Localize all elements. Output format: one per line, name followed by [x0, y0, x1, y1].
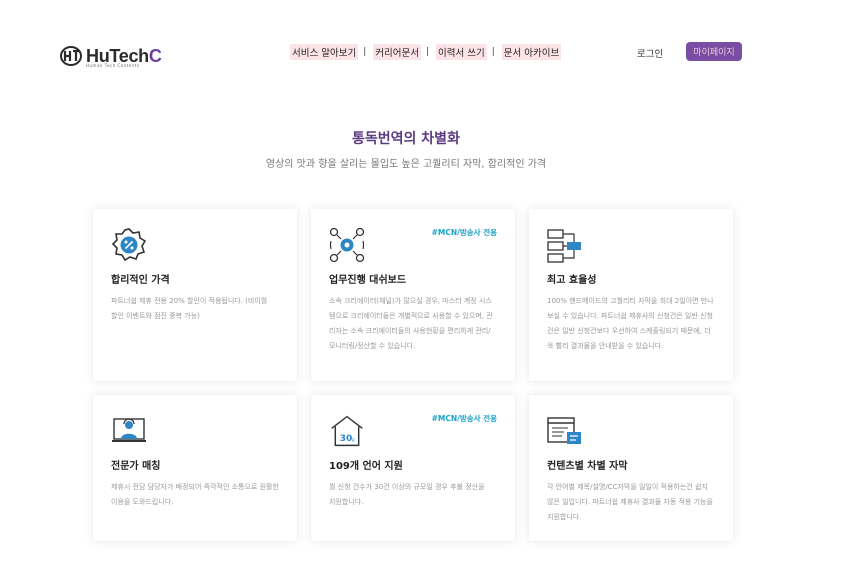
feature-card-efficiency: 최고 효율성 100% 핸드메이드의 고퀄리티 자막을 최대 2일이면 만나 보…	[529, 209, 733, 381]
expert-matching-icon	[112, 418, 146, 442]
card-title: 전문가 매칭	[111, 461, 161, 472]
card-title: 업무진행 대쉬보드	[329, 275, 407, 286]
day-unit-label: 일	[352, 437, 355, 442]
custom-subtitle-icon	[547, 417, 581, 444]
card-title: 최고 효율성	[547, 275, 597, 286]
card-description: 월 신청 건수가 30건 이상의 규모일 경우 후불 정산을 지원합니다.	[329, 483, 485, 506]
mcn-tag: #MCN/방송사 전용	[431, 228, 497, 237]
card-title: 합리적인 가격	[111, 275, 170, 286]
main-nav: 서비스 알아보기 | 커리어문서 | 이력서 쓰기 | 문서 아카이브	[290, 44, 562, 60]
nav-divider: |	[363, 47, 367, 57]
feature-card-expert: 전문가 매칭 제휴시 전담 담당자가 배정되어 즉각적인 소통으로 원활한 이용…	[93, 395, 297, 541]
section-title: 통독번역의 차별화	[352, 131, 460, 147]
section-subtitle: 영상의 맛과 향을 살리는 몰입도 높은 고퀄리티 자막, 합리적인 가격	[265, 159, 547, 170]
card-description: 제휴시 전담 담당자가 배정되어 즉각적인 소통으로 원활한 이용을 도와드립니…	[111, 483, 279, 506]
languages-109-icon: 30 일	[331, 415, 363, 447]
feature-card-subtitles: 컨텐츠별 차별 자막 각 언어별 제목/설명/CC자막을 일일이 적용하는건 쉽…	[529, 395, 733, 541]
nav-divider: |	[425, 47, 429, 57]
logo[interactable]: HuTechC Human Tech Contents	[60, 44, 162, 68]
thirty-days-label: 30	[340, 434, 353, 444]
card-description: 소속 크리에이터(채널)가 많으실 경우, 마스터 계정 시스 템으로 크리에이…	[329, 297, 493, 350]
feature-card-price: 합리적인 가격 파트너쉽 제휴 전용 20% 할인이 적용됩니다. (비이월 할…	[93, 209, 297, 381]
nav-resume[interactable]: 이력서 쓰기	[436, 44, 487, 60]
mypage-button[interactable]: 마이페이지	[686, 42, 742, 61]
discount-badge-icon	[111, 228, 147, 262]
login-link[interactable]: 로그인	[637, 46, 663, 60]
efficiency-icon	[547, 229, 581, 263]
card-title: 컨텐츠별 차별 자막	[547, 461, 628, 472]
nav-archive[interactable]: 문서 아카이브	[501, 44, 562, 60]
workflow-dashboard-icon	[329, 227, 365, 263]
feature-card-dashboard: #MCN/방송사 전용 업무진행 대쉬보드 소속 크리에이터(채널)가 많으실 …	[311, 209, 515, 381]
logo-subtitle: Human Tech Contents	[86, 63, 140, 68]
feature-card-languages: #MCN/방송사 전용 30 일 109개 언어 지원 월 신청 건수가 30건…	[311, 395, 515, 541]
card-title: 109개 언어 지원	[329, 461, 403, 472]
nav-career-docs[interactable]: 커리어문서	[373, 44, 421, 60]
card-description: 100% 핸드메이드의 고퀄리티 자막을 최대 2일이면 만나 보실 수 있습니…	[547, 297, 714, 350]
nav-divider: |	[491, 47, 495, 57]
logo-mark-icon	[60, 46, 82, 66]
nav-services[interactable]: 서비스 알아보기	[290, 44, 359, 60]
mcn-tag: #MCN/방송사 전용	[431, 414, 497, 423]
card-description: 파트너쉽 제휴 전용 20% 할인이 적용됩니다. (비이월 할인 이벤트와 점…	[111, 297, 268, 320]
card-description: 각 언어별 제목/설명/CC자막을 일일이 적용하는건 쉽지 않은 일입니다. …	[547, 483, 713, 521]
